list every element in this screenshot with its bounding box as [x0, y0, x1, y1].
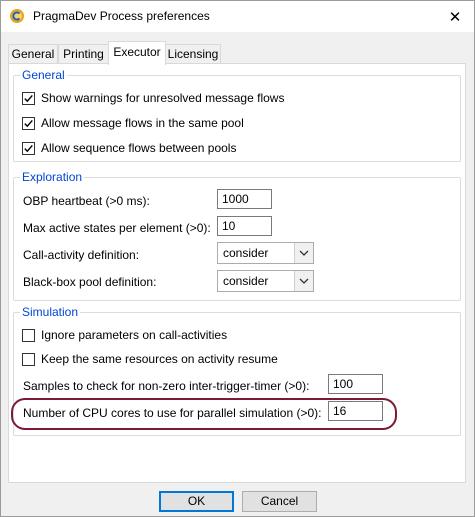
keep-resources-label: Keep the same resources on activity resu… [41, 352, 278, 366]
max-active-states-input[interactable]: 10 [217, 216, 272, 236]
ignore-parameters-label: Ignore parameters on call-activities [41, 328, 228, 342]
cancel-button[interactable]: Cancel [242, 491, 317, 512]
allow-message-flows-checkbox[interactable] [22, 117, 35, 130]
call-activity-select[interactable]: consider [217, 242, 314, 264]
check-icon [24, 94, 33, 103]
executor-tab-panel: General Show warnings for unresolved mes… [8, 63, 466, 483]
allow-message-flows-label: Allow message flows in the same pool [41, 116, 244, 130]
cancel-button-label: Cancel [260, 494, 299, 508]
general-group: General Show warnings for unresolved mes… [13, 68, 461, 162]
tab-label: General [11, 47, 55, 61]
call-activity-label: Call-activity definition: [23, 248, 140, 262]
obp-heartbeat-input[interactable]: 1000 [217, 189, 272, 209]
tab-label: Printing [63, 47, 104, 61]
black-box-pool-value: consider [223, 274, 269, 288]
tab-label: Executor [113, 45, 161, 59]
cpu-cores-input[interactable]: 16 [328, 401, 383, 421]
simulation-group-title: Simulation [20, 305, 81, 319]
allow-sequence-flows-checkbox[interactable] [22, 142, 35, 155]
check-icon [24, 144, 33, 153]
max-active-states-label: Max active states per element (>0): [23, 221, 211, 235]
tab-printing[interactable]: Printing [58, 44, 109, 64]
tab-general[interactable]: General [8, 44, 58, 64]
close-icon: ✕ [448, 8, 462, 26]
title-bar: PragmaDev Process preferences ✕ [1, 1, 474, 32]
preferences-dialog: PragmaDev Process preferences ✕ General … [0, 0, 475, 517]
tab-executor[interactable]: Executor [108, 41, 166, 65]
tab-licensing[interactable]: Licensing [165, 44, 221, 64]
allow-sequence-flows-label: Allow sequence flows between pools [41, 141, 237, 155]
keep-resources-checkbox[interactable] [22, 353, 35, 366]
samples-label: Samples to check for non-zero inter-trig… [23, 379, 310, 393]
obp-heartbeat-value: 1000 [222, 192, 249, 206]
chevron-down-icon[interactable] [294, 271, 313, 291]
pragmadev-gear-icon [9, 8, 25, 24]
simulation-group: Simulation Ignore parameters on call-act… [13, 305, 461, 436]
show-warnings-checkbox[interactable] [22, 92, 35, 105]
tab-label: Licensing [167, 47, 219, 61]
exploration-group-title: Exploration [20, 170, 85, 184]
exploration-group: Exploration OBP heartbeat (>0 ms): 1000 … [13, 170, 461, 301]
max-active-states-value: 10 [222, 219, 236, 233]
cpu-cores-label: Number of CPU cores to use for parallel … [23, 406, 322, 420]
chevron-down-icon[interactable] [294, 243, 313, 263]
general-group-title: General [20, 68, 67, 82]
show-warnings-label: Show warnings for unresolved message flo… [41, 91, 285, 105]
ok-button[interactable]: OK [159, 491, 234, 512]
obp-heartbeat-label: OBP heartbeat (>0 ms): [23, 194, 150, 208]
ignore-parameters-checkbox[interactable] [22, 329, 35, 342]
black-box-pool-select[interactable]: consider [217, 270, 314, 292]
ok-button-label: OK [187, 494, 206, 508]
samples-input[interactable]: 100 [328, 374, 383, 394]
check-icon [24, 119, 33, 128]
close-button[interactable]: ✕ [436, 1, 474, 32]
samples-value: 100 [333, 377, 354, 391]
call-activity-value: consider [223, 246, 269, 260]
cpu-cores-value: 16 [333, 404, 347, 418]
window-title: PragmaDev Process preferences [33, 9, 210, 23]
black-box-pool-label: Black-box pool definition: [23, 275, 157, 289]
